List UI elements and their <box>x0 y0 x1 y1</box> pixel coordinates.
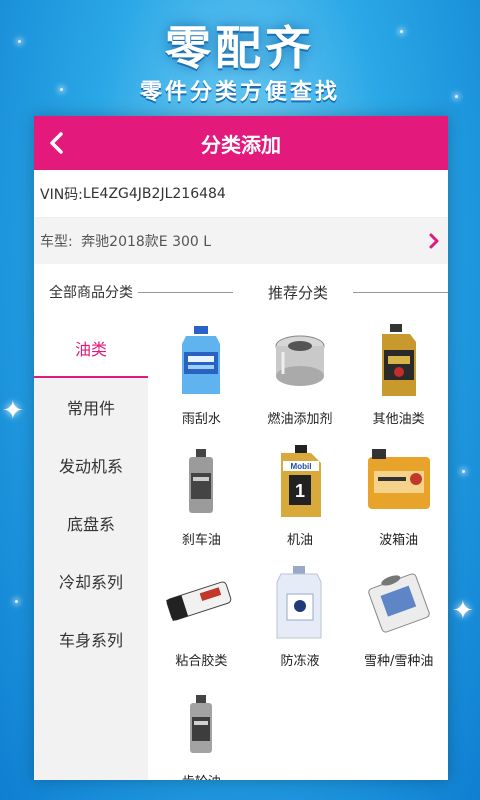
sidebar-item-label: 常用件 <box>66 399 115 418</box>
product-brake-fluid[interactable]: 刹车油 <box>152 441 251 562</box>
divider <box>353 292 448 293</box>
svg-text:Mobil: Mobil <box>291 462 312 471</box>
product-label: 刹车油 <box>181 533 221 548</box>
sidebar-item-chassis[interactable]: 底盘系 <box>34 494 148 552</box>
oil-bottle-gold-icon <box>360 322 438 400</box>
car-label: 车型: <box>40 234 73 250</box>
app-header: 分类添加 <box>34 116 448 170</box>
sidebar-item-oil[interactable]: 油类 <box>34 320 148 378</box>
vin-row: VIN码: LE4ZG4JB2JL216484 <box>34 170 448 218</box>
page-title: 分类添加 <box>201 132 281 157</box>
car-model-row[interactable]: 车型: 奔驰2018款E 300 L <box>34 218 448 264</box>
recommended-header: 推荐分类 <box>138 264 448 320</box>
sidebar-item-common-parts[interactable]: 常用件 <box>34 378 148 436</box>
brake-fluid-bottle-icon <box>162 443 240 521</box>
banner-title: 零配齐 <box>165 21 315 75</box>
sidebar-item-label: 车身系列 <box>58 631 123 650</box>
product-label: 波箱油 <box>379 533 419 548</box>
antifreeze-jug-icon <box>261 564 339 642</box>
washer-fluid-bottle-icon <box>162 322 240 400</box>
product-adhesive[interactable]: 粘合胶类 <box>152 562 251 683</box>
sidebar-item-label: 油类 <box>74 340 107 359</box>
vin-label: VIN码: <box>40 186 83 203</box>
sidebar-item-label: 底盘系 <box>66 515 115 534</box>
product-fuel-additive[interactable]: 燃油添加剂 <box>251 320 350 441</box>
product-refrigerant[interactable]: 雪种/雪种油 <box>349 562 448 683</box>
product-label: 雪种/雪种油 <box>363 654 434 669</box>
product-label: 雨刮水 <box>181 412 221 427</box>
sidebar-item-label: 冷却系列 <box>58 573 123 592</box>
app-screen: 分类添加 VIN码: LE4ZG4JB2JL216484 车型: 奔驰2018款… <box>34 116 448 780</box>
product-engine-oil[interactable]: Mobil 1 机油 <box>251 441 350 562</box>
vin-value: LE4ZG4JB2JL216484 <box>82 185 226 202</box>
svg-text:1: 1 <box>295 481 305 501</box>
product-label: 粘合胶类 <box>175 654 228 669</box>
gearbox-oil-can-icon <box>360 443 438 521</box>
sidebar-list: 油类 常用件 发动机系 底盘系 冷却系列 车身系列 <box>34 320 148 780</box>
product-other-oil[interactable]: 其他油类 <box>349 320 448 441</box>
sidebar-item-cooling[interactable]: 冷却系列 <box>34 552 148 610</box>
product-gear-oil[interactable]: 齿轮油 <box>152 683 251 780</box>
refrigerant-can-icon <box>360 564 438 642</box>
product-washer-fluid[interactable]: 雨刮水 <box>152 320 251 441</box>
sparkle-star-icon: ✦ <box>452 596 474 626</box>
mobil-engine-oil-icon: Mobil 1 <box>261 443 339 521</box>
divider <box>138 292 233 293</box>
product-label: 防冻液 <box>280 654 320 669</box>
recommended-panel: 推荐分类 雨刮水 燃油添加剂 其他油类 刹车油 Mobil 1 机油 波箱油 粘… <box>138 264 448 780</box>
gear-oil-bottle-icon <box>162 685 240 763</box>
sidebar-header: 全部商品分类 <box>34 264 148 320</box>
sparkle <box>462 470 465 473</box>
product-gearbox-oil[interactable]: 波箱油 <box>349 441 448 562</box>
back-button[interactable] <box>42 128 72 158</box>
product-label: 机油 <box>286 533 313 548</box>
fuel-filter-canister-icon <box>261 322 339 400</box>
product-antifreeze[interactable]: 防冻液 <box>251 562 350 683</box>
sidebar-header-label: 全部商品分类 <box>49 285 133 301</box>
sparkle <box>15 600 18 603</box>
product-label: 其他油类 <box>372 412 425 427</box>
banner-subtitle: 零件分类方便查找 <box>139 80 340 105</box>
sidebar-item-label: 发动机系 <box>58 457 123 476</box>
recommended-header-label: 推荐分类 <box>267 283 328 302</box>
product-label: 燃油添加剂 <box>267 412 333 427</box>
car-value: 奔驰2018款E 300 L <box>81 234 212 250</box>
category-content: 全部商品分类 油类 常用件 发动机系 底盘系 冷却系列 车身系列 推荐分类 雨刮… <box>34 264 448 780</box>
sidebar-item-body[interactable]: 车身系列 <box>34 610 148 668</box>
product-grid: 雨刮水 燃油添加剂 其他油类 刹车油 Mobil 1 机油 波箱油 粘合胶类 防… <box>148 320 448 780</box>
sparkle-star-icon: ✦ <box>2 396 24 426</box>
product-label: 齿轮油 <box>182 771 221 780</box>
adhesive-tube-icon <box>162 564 240 642</box>
chevron-left-icon <box>50 132 63 154</box>
category-sidebar: 全部商品分类 油类 常用件 发动机系 底盘系 冷却系列 车身系列 <box>34 264 148 780</box>
chevron-right-icon <box>429 233 439 249</box>
sidebar-item-engine[interactable]: 发动机系 <box>34 436 148 494</box>
